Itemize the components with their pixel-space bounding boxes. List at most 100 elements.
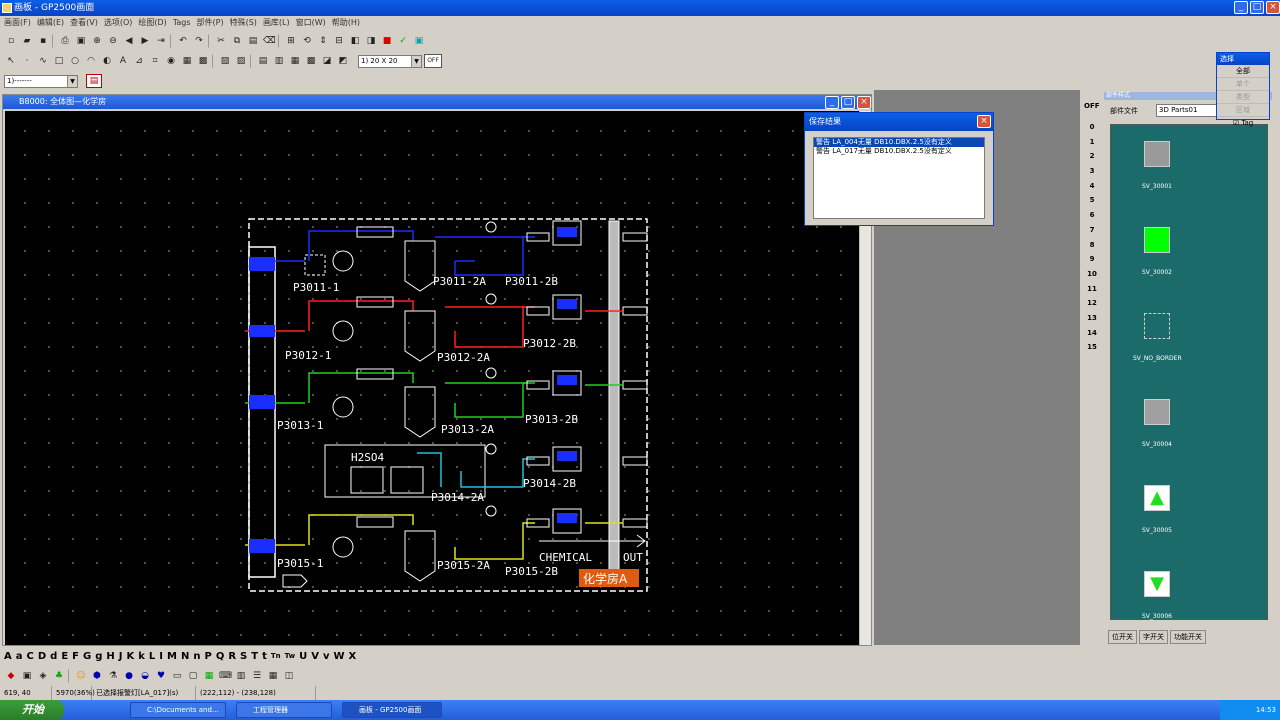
letter-item[interactable]: M — [167, 651, 177, 662]
save-result-list[interactable]: 警告 LA_004无量 DB10.DBX.2.5没有定义 警告 LA_017无量… — [813, 137, 985, 219]
state-number[interactable]: 12 — [1082, 296, 1102, 311]
leaf-part-icon[interactable]: ♣ — [52, 669, 66, 683]
lamp-part-icon[interactable]: ◆ — [4, 669, 18, 683]
library-icon[interactable]: ▨ — [234, 54, 248, 68]
menu-draw[interactable]: 绘图(D) — [138, 16, 166, 30]
heart-part-icon[interactable]: ♥ — [154, 669, 168, 683]
tab-word-switch[interactable]: 字开关 — [1139, 630, 1168, 644]
paste-icon[interactable]: ▤ — [246, 34, 260, 48]
dot-icon[interactable]: · — [20, 54, 34, 68]
state-number[interactable]: 0 — [1082, 120, 1102, 135]
select-all-button[interactable]: 全部 — [1217, 65, 1269, 78]
frame-part-icon[interactable]: ▢ — [186, 669, 200, 683]
state-number[interactable]: 5 — [1082, 193, 1102, 208]
meter-icon[interactable]: ▩ — [196, 54, 210, 68]
letter-item[interactable]: J — [119, 651, 123, 662]
letter-item[interactable]: C — [27, 651, 34, 662]
line-style-combo[interactable]: 1)------- ▼ — [4, 74, 78, 88]
state-number[interactable]: 11 — [1082, 282, 1102, 297]
letter-item[interactable]: Q — [216, 651, 225, 662]
check-icon[interactable]: ✓ — [396, 34, 410, 48]
state-number[interactable]: 3 — [1082, 164, 1102, 179]
part-icon[interactable]: ▧ — [218, 54, 232, 68]
select-type-button[interactable]: 类型 — [1217, 91, 1269, 104]
letter-item[interactable]: Tw — [285, 652, 295, 660]
child-maximize-button[interactable]: □ — [841, 96, 855, 109]
group-icon[interactable]: ⊞ — [284, 34, 298, 48]
list-item[interactable]: 警告 LA_017无量 DB10.DBX.2.5没有定义 — [814, 147, 984, 156]
erase-icon[interactable]: ⌫ — [262, 34, 276, 48]
letter-item[interactable]: F — [72, 651, 79, 662]
letter-item[interactable]: W — [334, 651, 345, 662]
scale-icon[interactable]: ⊿ — [132, 54, 146, 68]
lamp-icon[interactable]: ◉ — [164, 54, 178, 68]
chart-part-icon[interactable]: ▥ — [234, 669, 248, 683]
part-item[interactable]: SV_30002 — [1133, 227, 1181, 276]
list-part-icon[interactable]: ☰ — [250, 669, 264, 683]
letter-item[interactable]: H — [106, 651, 114, 662]
layer-a-icon[interactable]: ▤ — [256, 54, 270, 68]
open-folder-icon[interactable]: ▰ — [20, 34, 34, 48]
state-number[interactable]: 6 — [1082, 208, 1102, 223]
state-number[interactable]: 7 — [1082, 223, 1102, 238]
maximize-button[interactable]: □ — [1250, 1, 1264, 14]
letter-item[interactable]: d — [50, 651, 57, 662]
start-button[interactable]: 开始 — [0, 700, 64, 720]
bring-front-icon[interactable]: ◧ — [348, 34, 362, 48]
menu-window[interactable]: 窗口(W) — [296, 16, 326, 30]
color-icon[interactable]: ■ — [380, 34, 394, 48]
child-minimize-button[interactable]: _ — [825, 96, 839, 109]
letter-item[interactable]: N — [181, 651, 189, 662]
layer-c-icon[interactable]: ▦ — [288, 54, 302, 68]
switch-icon[interactable]: ▦ — [180, 54, 194, 68]
menu-tags[interactable]: Tags — [173, 16, 191, 30]
close-button[interactable]: × — [1266, 1, 1280, 14]
grid-combo[interactable]: 1) 20 X 20 ▼ — [358, 54, 422, 68]
send-back-icon[interactable]: ◨ — [364, 34, 378, 48]
tag-part-icon[interactable]: ▦ — [202, 669, 216, 683]
letter-item[interactable]: A — [4, 651, 12, 662]
letter-item[interactable]: n — [193, 651, 200, 662]
save-icon[interactable]: ▪ — [36, 34, 50, 48]
state-number[interactable]: 10 — [1082, 267, 1102, 282]
letter-item[interactable]: a — [16, 651, 23, 662]
tag-checkbox[interactable]: ☑ Tag — [1217, 117, 1269, 130]
state-number[interactable]: 13 — [1082, 311, 1102, 326]
letter-item[interactable]: D — [38, 651, 46, 662]
letter-item[interactable]: v — [323, 651, 330, 662]
circle-icon[interactable]: ○ — [68, 54, 82, 68]
state-number[interactable]: 9 — [1082, 252, 1102, 267]
part-item[interactable]: ▼ SV_30006 — [1133, 571, 1181, 620]
face-part-icon[interactable]: ☺ — [74, 669, 88, 683]
letter-item[interactable]: k — [138, 651, 145, 662]
print-icon[interactable]: ⎙ — [58, 34, 72, 48]
off-toggle[interactable]: OFF — [424, 54, 442, 68]
letter-item[interactable]: S — [240, 651, 247, 662]
rotate-icon[interactable]: ⟲ — [300, 34, 314, 48]
layer-f-icon[interactable]: ◩ — [336, 54, 350, 68]
shield-part-icon[interactable]: ⬢ — [90, 669, 104, 683]
part-item[interactable]: SV_30001 — [1133, 141, 1181, 190]
arc-icon[interactable]: ◠ — [84, 54, 98, 68]
letter-item[interactable]: P — [204, 651, 211, 662]
taskbar-item-explorer[interactable]: C:\Documents and... — [130, 702, 226, 718]
menu-special[interactable]: 特殊(S) — [230, 16, 257, 30]
rectangle-icon[interactable]: □ — [52, 54, 66, 68]
layer-d-icon[interactable]: ▩ — [304, 54, 318, 68]
arc-part-icon[interactable]: ◒ — [138, 669, 152, 683]
letter-item[interactable]: T — [251, 651, 258, 662]
state-number[interactable]: 4 — [1082, 179, 1102, 194]
state-number[interactable]: 14 — [1082, 326, 1102, 341]
letter-item[interactable]: X — [349, 651, 357, 662]
window-icon[interactable]: ▣ — [412, 34, 426, 48]
taskbar-item-screen-editor[interactable]: 画板 - GP2500画面 — [342, 702, 442, 718]
cut-icon[interactable]: ✂ — [214, 34, 228, 48]
letter-item[interactable]: V — [311, 651, 319, 662]
align-icon[interactable]: ⊟ — [332, 34, 346, 48]
box-part-icon[interactable]: ▣ — [20, 669, 34, 683]
select-single-button[interactable]: 单个 — [1217, 78, 1269, 91]
next-screen-icon[interactable]: ▶ — [138, 34, 152, 48]
letter-item[interactable]: I — [159, 651, 163, 662]
tab-function-switch[interactable]: 功能开关 — [1170, 630, 1206, 644]
taskbar-item-project-manager[interactable]: 工程管理器 — [236, 702, 332, 718]
